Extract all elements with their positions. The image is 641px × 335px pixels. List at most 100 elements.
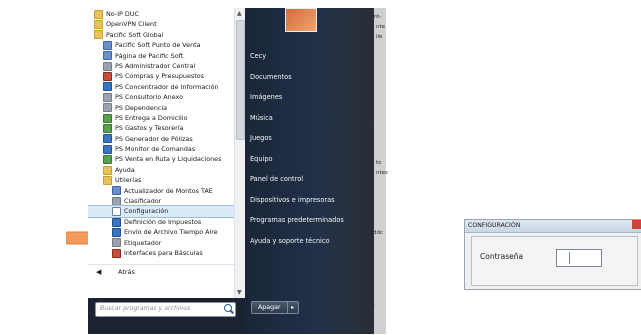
- shutdown-options-arrow-icon[interactable]: ▸: [288, 302, 298, 313]
- program-icon: [103, 40, 112, 50]
- programs-panel: No-IP DUC OpenVPN Client Pacific Soft Glob…: [88, 8, 245, 298]
- program-item[interactable]: Ayuda: [88, 165, 234, 175]
- program-item[interactable]: PS Consultorio Anexo: [88, 92, 234, 102]
- program-icon: [112, 217, 121, 227]
- program-item[interactable]: Definición de Impuestos: [88, 217, 234, 227]
- program-item[interactable]: No-IP DUC: [88, 9, 234, 19]
- program-icon: [103, 82, 112, 92]
- program-label: PS Administrador Central: [115, 61, 196, 70]
- password-input[interactable]: [556, 249, 602, 267]
- program-icon: [112, 186, 121, 196]
- program-item[interactable]: PS Concentrador de Información: [88, 82, 234, 92]
- desktop-text-fragment: ecto: [362, 311, 374, 317]
- program-item[interactable]: PS Administrador Central: [88, 61, 234, 71]
- desktop-text-fragment: 112...: [360, 302, 376, 308]
- back-button[interactable]: ◀ Atrás: [88, 264, 234, 279]
- search-icon[interactable]: [224, 304, 232, 312]
- program-item[interactable]: PS Monitor de Comandas: [88, 144, 234, 154]
- scrollbar-thumb[interactable]: [236, 20, 245, 140]
- password-label: Contraseña: [480, 252, 524, 261]
- folder-icon: [94, 9, 103, 19]
- program-item[interactable]: PS Compras y Presupuestos: [88, 71, 234, 82]
- start-menu-link[interactable]: Programas predeterminados: [250, 210, 344, 231]
- program-label: PS Entrega a Domicilio: [115, 113, 188, 122]
- configuration-dialog: CONFIGURACIÓN Contraseña: [464, 219, 641, 290]
- folder-icon: [94, 20, 103, 30]
- desktop-text-fragment: ntes: [376, 170, 388, 176]
- search-input[interactable]: Buscar programas y archivos: [95, 302, 236, 317]
- start-menu-link[interactable]: Dispositivos e impresoras: [250, 190, 344, 211]
- start-menu: No-IP DUC OpenVPN Client Pacific Soft Glob…: [88, 8, 374, 334]
- start-menu-link[interactable]: Imágenes: [250, 87, 344, 108]
- program-label: Pacific Soft Global: [106, 30, 164, 39]
- program-label: PS Monitor de Comandas: [115, 145, 196, 154]
- program-item[interactable]: Clasificador: [88, 196, 234, 206]
- start-menu-link[interactable]: Equipo: [250, 149, 344, 170]
- desktop-text-fragment: to: [376, 160, 382, 166]
- program-item[interactable]: Interfaces para Básculas: [88, 248, 234, 258]
- program-item[interactable]: PS Venta en Ruta y Liquidaciones: [88, 154, 234, 165]
- program-item[interactable]: Actualizador de Montos TAE: [88, 186, 234, 196]
- dialog-title-bar[interactable]: CONFIGURACIÓN: [465, 220, 641, 233]
- program-label: OpenVPN Client: [106, 20, 157, 29]
- program-label: PS Generador de Pólizas: [115, 134, 193, 143]
- program-item[interactable]: Envío de Archivo Tiempo Aire: [88, 227, 234, 237]
- program-item[interactable]: PS Entrega a Domicilio: [88, 113, 234, 123]
- back-label: Atrás: [118, 268, 135, 276]
- program-label: Pacific Soft Punto de Venta: [115, 41, 201, 50]
- program-icon: [112, 207, 121, 217]
- desktop-text-fragment: nte: [376, 24, 386, 30]
- dialog-body: Contraseña: [471, 236, 638, 286]
- program-icon: [112, 227, 121, 237]
- scroll-down-icon[interactable]: ▼: [237, 289, 242, 296]
- scroll-up-icon[interactable]: ▲: [237, 10, 242, 17]
- shutdown-button[interactable]: Apagar: [252, 302, 288, 313]
- program-item[interactable]: Etiquetador: [88, 238, 234, 248]
- program-label: Clasificador: [124, 197, 162, 206]
- start-menu-link[interactable]: Documentos: [250, 67, 344, 88]
- program-item[interactable]: Pacific Soft Global: [88, 30, 234, 40]
- program-label: PS Dependencia: [115, 103, 168, 112]
- program-icon: [103, 113, 112, 123]
- program-item[interactable]: OpenVPN Client: [88, 19, 234, 30]
- program-label: Ayuda: [115, 165, 135, 174]
- start-menu-link[interactable]: Juegos: [250, 128, 344, 149]
- program-item[interactable]: Pacific Soft Punto de Venta: [88, 40, 234, 50]
- programs-list: No-IP DUC OpenVPN Client Pacific Soft Glob…: [88, 9, 235, 258]
- program-item[interactable]: PS Generador de Pólizas: [88, 134, 234, 144]
- program-label: PS Consultorio Anexo: [115, 93, 184, 102]
- program-label: PS Gastos y Tesorería: [115, 124, 184, 133]
- program-label: Utilerías: [115, 176, 142, 185]
- program-icon: [103, 92, 112, 102]
- start-menu-link[interactable]: Cecy: [250, 46, 344, 67]
- program-label: PS Concentrador de Información: [115, 82, 219, 91]
- program-label: No-IP DUC: [106, 10, 139, 18]
- start-menu-link[interactable]: Ayuda y soporte técnico: [250, 231, 344, 252]
- program-icon: [112, 248, 121, 258]
- program-item[interactable]: PS Gastos y Tesorería: [88, 123, 234, 133]
- program-icon: [103, 72, 112, 82]
- shutdown-control: Apagar ▸: [251, 301, 299, 314]
- program-label: Etiquetador: [124, 238, 162, 247]
- program-item[interactable]: Configuración: [88, 205, 235, 218]
- programs-scrollbar[interactable]: ▲ ▼: [234, 8, 245, 298]
- input-caret: [569, 252, 570, 264]
- search-area: Buscar programas y archivos: [88, 298, 244, 334]
- program-icon: [103, 123, 112, 133]
- program-icon: [103, 155, 112, 165]
- program-icon: [112, 196, 121, 206]
- desktop-text-fragment: ddc: [373, 230, 384, 236]
- start-menu-link[interactable]: Panel de control: [250, 169, 344, 190]
- user-avatar[interactable]: [285, 8, 317, 32]
- program-item[interactable]: Utilerías: [88, 175, 234, 185]
- close-icon[interactable]: [632, 220, 641, 229]
- program-icon: [103, 61, 112, 71]
- program-label: Configuración: [124, 207, 169, 216]
- search-placeholder: Buscar programas y archivos: [100, 305, 191, 312]
- program-icon: [103, 51, 112, 61]
- program-label: Interfaces para Básculas: [124, 248, 203, 257]
- start-menu-link[interactable]: Música: [250, 108, 344, 129]
- program-item[interactable]: Página de Pacific Soft: [88, 51, 234, 61]
- program-label: Envío de Archivo Tiempo Aire: [124, 228, 218, 237]
- program-item[interactable]: PS Dependencia: [88, 103, 234, 113]
